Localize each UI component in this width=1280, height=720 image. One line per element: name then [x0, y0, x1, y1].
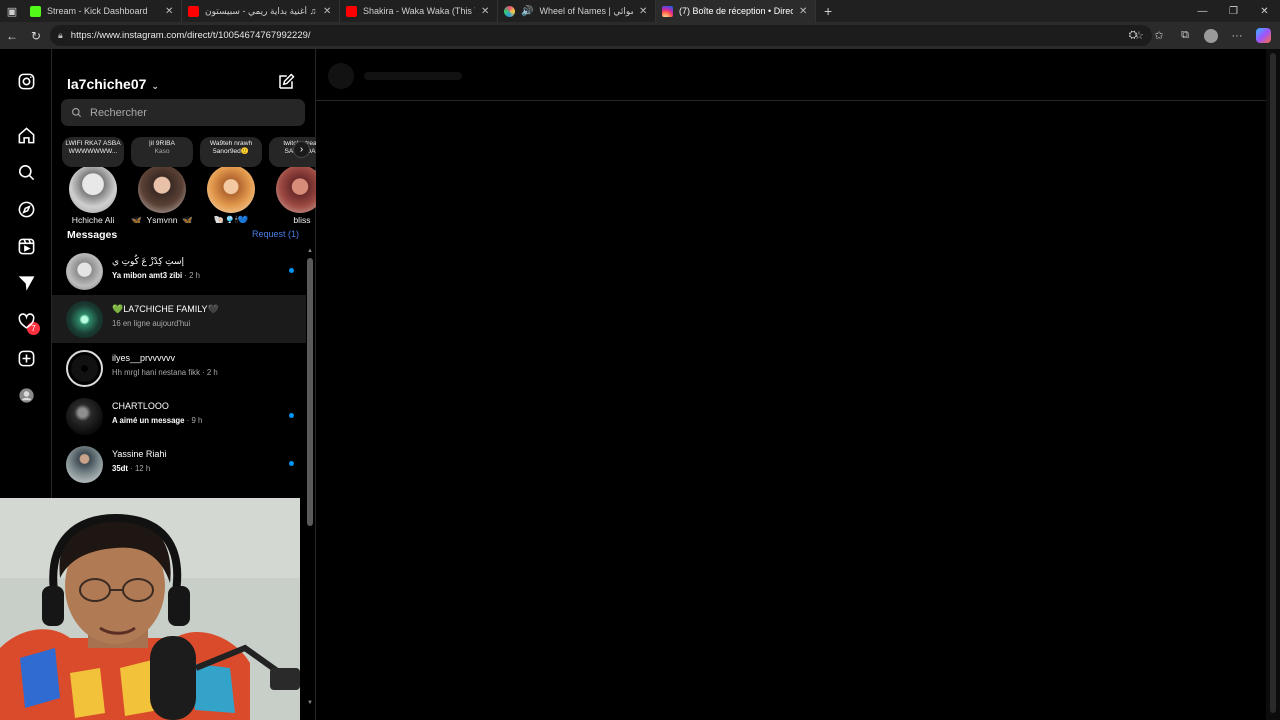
close-icon[interactable]: ✕ — [165, 6, 175, 17]
conversation-panel — [316, 49, 1266, 720]
search-bar — [61, 99, 305, 126]
extensions-icon[interactable]: ⛭ — [1122, 25, 1144, 47]
avatar — [138, 165, 186, 213]
favorites-icon[interactable]: ✩ — [1148, 25, 1170, 47]
profile-avatar[interactable] — [1200, 25, 1222, 47]
url-text: https://www.instagram.com/direct/t/10054… — [70, 30, 311, 41]
chevron-down-icon: ⌄ — [151, 81, 159, 91]
window-controls: — ❐ ✕ — [1187, 0, 1280, 22]
search-input[interactable] — [90, 106, 280, 119]
address-bar[interactable]: 🔒︎ https://www.instagram.com/direct/t/10… — [50, 25, 1152, 46]
message-preview: A aimé un message · 9 h — [112, 416, 203, 425]
note-bubble: LWIFI RKA7 ASBA WWWWWWW... — [62, 137, 124, 167]
note-bubble: Wa9teh nrawh 5anor9ed🙂 — [200, 137, 262, 167]
create-plus-icon[interactable] — [17, 349, 36, 368]
tab-instagram-inbox[interactable]: (7) Boîte de réception • Direct ✕ — [656, 0, 816, 22]
notes-row: LWIFI RKA7 ASBA WWWWWWW... Hchiche Ali |… — [52, 137, 316, 223]
conversation-row[interactable]: ilyes__prvvvvvv Hh mrgl hani nestana fik… — [52, 344, 306, 392]
reload-icon[interactable]: ↻ — [24, 22, 48, 49]
home-icon[interactable] — [17, 126, 36, 145]
avatar — [66, 398, 103, 435]
more-menu-icon[interactable]: ··· — [1226, 25, 1248, 47]
message-preview: 16 en ligne aujourd'hui — [112, 319, 191, 328]
unread-dot — [289, 268, 294, 273]
profile-avatar-icon[interactable] — [17, 386, 36, 405]
tab-waka-waka[interactable]: Shakira - Waka Waka (This Time f ✕ — [340, 0, 498, 22]
copilot-icon[interactable] — [1252, 25, 1274, 47]
back-icon[interactable]: ← — [0, 22, 24, 49]
instagram-favicon-icon — [662, 5, 673, 17]
page-scrollbar[interactable] — [1266, 49, 1280, 720]
scroll-down-arrow-icon[interactable]: ▼ — [306, 700, 314, 706]
messenger-icon[interactable] — [17, 274, 36, 293]
browser-tools: ⛭ ✩ ⧉ ··· — [1122, 22, 1274, 49]
avatar — [66, 253, 103, 290]
tab-wheel-of-names[interactable]: 🔊 Wheel of Names | العشوائي ✕ — [498, 0, 656, 22]
close-window-icon[interactable]: ✕ — [1249, 0, 1280, 22]
unread-dot — [289, 413, 294, 418]
youtube-favicon-icon — [346, 5, 357, 17]
message-preview: 35dt · 12 h — [112, 464, 151, 473]
streamer-webcam-image — [0, 498, 300, 720]
close-icon[interactable]: ✕ — [799, 6, 809, 17]
note-bubble: |iI 9RIBA Kaso — [131, 137, 193, 167]
conversation-row[interactable]: إستِ كِدْزْ عَ كُوتِ ي Ya mibon amt3 zib… — [52, 247, 306, 295]
restore-icon[interactable]: ❐ — [1218, 0, 1249, 22]
wheel-favicon-icon — [504, 5, 515, 17]
minimize-icon[interactable]: — — [1187, 0, 1218, 22]
loading-avatar-skeleton — [328, 63, 354, 89]
avatar — [69, 165, 117, 213]
close-icon[interactable]: ✕ — [639, 6, 649, 17]
search-icon[interactable] — [17, 163, 36, 182]
lock-icon[interactable]: 🔒︎ — [58, 30, 63, 41]
tab-remi-song[interactable]: أغنية بداية ريمي - سبيستون ♫ 𝄞be ✕ — [182, 0, 340, 22]
conversation-row[interactable]: CHARTLOOO A aimé un message · 9 h — [52, 392, 306, 440]
message-preview: Hh mrgl hani nestana fikk · 2 h — [112, 368, 218, 377]
avatar — [66, 446, 103, 483]
close-icon[interactable]: ✕ — [323, 6, 333, 17]
search-icon — [72, 108, 82, 118]
scroll-up-arrow-icon[interactable]: ▲ — [306, 248, 314, 254]
webcam-overlay — [0, 498, 300, 720]
tab-actions-icon[interactable]: ▣ — [0, 0, 24, 22]
close-icon[interactable]: ✕ — [481, 6, 491, 17]
messages-heading: Messages — [67, 229, 118, 241]
explore-compass-icon[interactable] — [17, 200, 36, 219]
avatar — [66, 350, 103, 387]
instagram-logo-icon[interactable] — [17, 72, 36, 91]
scrollbar-thumb[interactable] — [307, 258, 313, 526]
notes-next-chevron-icon[interactable]: › — [293, 141, 310, 158]
message-preview: Ya mibon amt3 zibi · 2 h — [112, 271, 200, 280]
loading-title-skeleton — [364, 72, 462, 80]
notifications-heart-icon[interactable] — [17, 312, 36, 331]
new-message-compose-icon[interactable] — [277, 73, 295, 91]
inbox-scrollbar[interactable]: ▲ ▼ — [306, 248, 314, 713]
kick-favicon-icon — [30, 5, 41, 17]
youtube-favicon-icon — [188, 5, 199, 17]
browser-tab-bar: ▣ Stream - Kick Dashboard ✕ أغنية بداية … — [0, 0, 1280, 22]
avatar — [66, 301, 103, 338]
unread-dot — [289, 461, 294, 466]
conversation-row[interactable]: Yassine Riahi 35dt · 12 h — [52, 440, 306, 488]
tab-kick-dashboard[interactable]: Stream - Kick Dashboard ✕ — [24, 0, 182, 22]
reels-icon[interactable] — [17, 237, 36, 256]
account-switcher[interactable]: la7chiche07 ⌄ — [67, 76, 159, 92]
requests-link[interactable]: Request (1) — [252, 229, 299, 239]
collections-icon[interactable]: ⧉ — [1174, 25, 1196, 47]
speaker-icon[interactable]: 🔊 — [521, 6, 533, 17]
avatar — [276, 165, 316, 213]
conversation-row[interactable]: 💚LA7CHICHE FAMILY🖤 16 en ligne aujourd'h… — [52, 295, 306, 343]
conversation-header — [316, 49, 1266, 101]
page-scrollbar-thumb[interactable] — [1270, 53, 1276, 713]
new-tab-button[interactable]: + — [816, 3, 840, 19]
avatar — [207, 165, 255, 213]
browser-toolbar: ← ↻ 🔒︎ https://www.instagram.com/direct/… — [0, 22, 1280, 49]
